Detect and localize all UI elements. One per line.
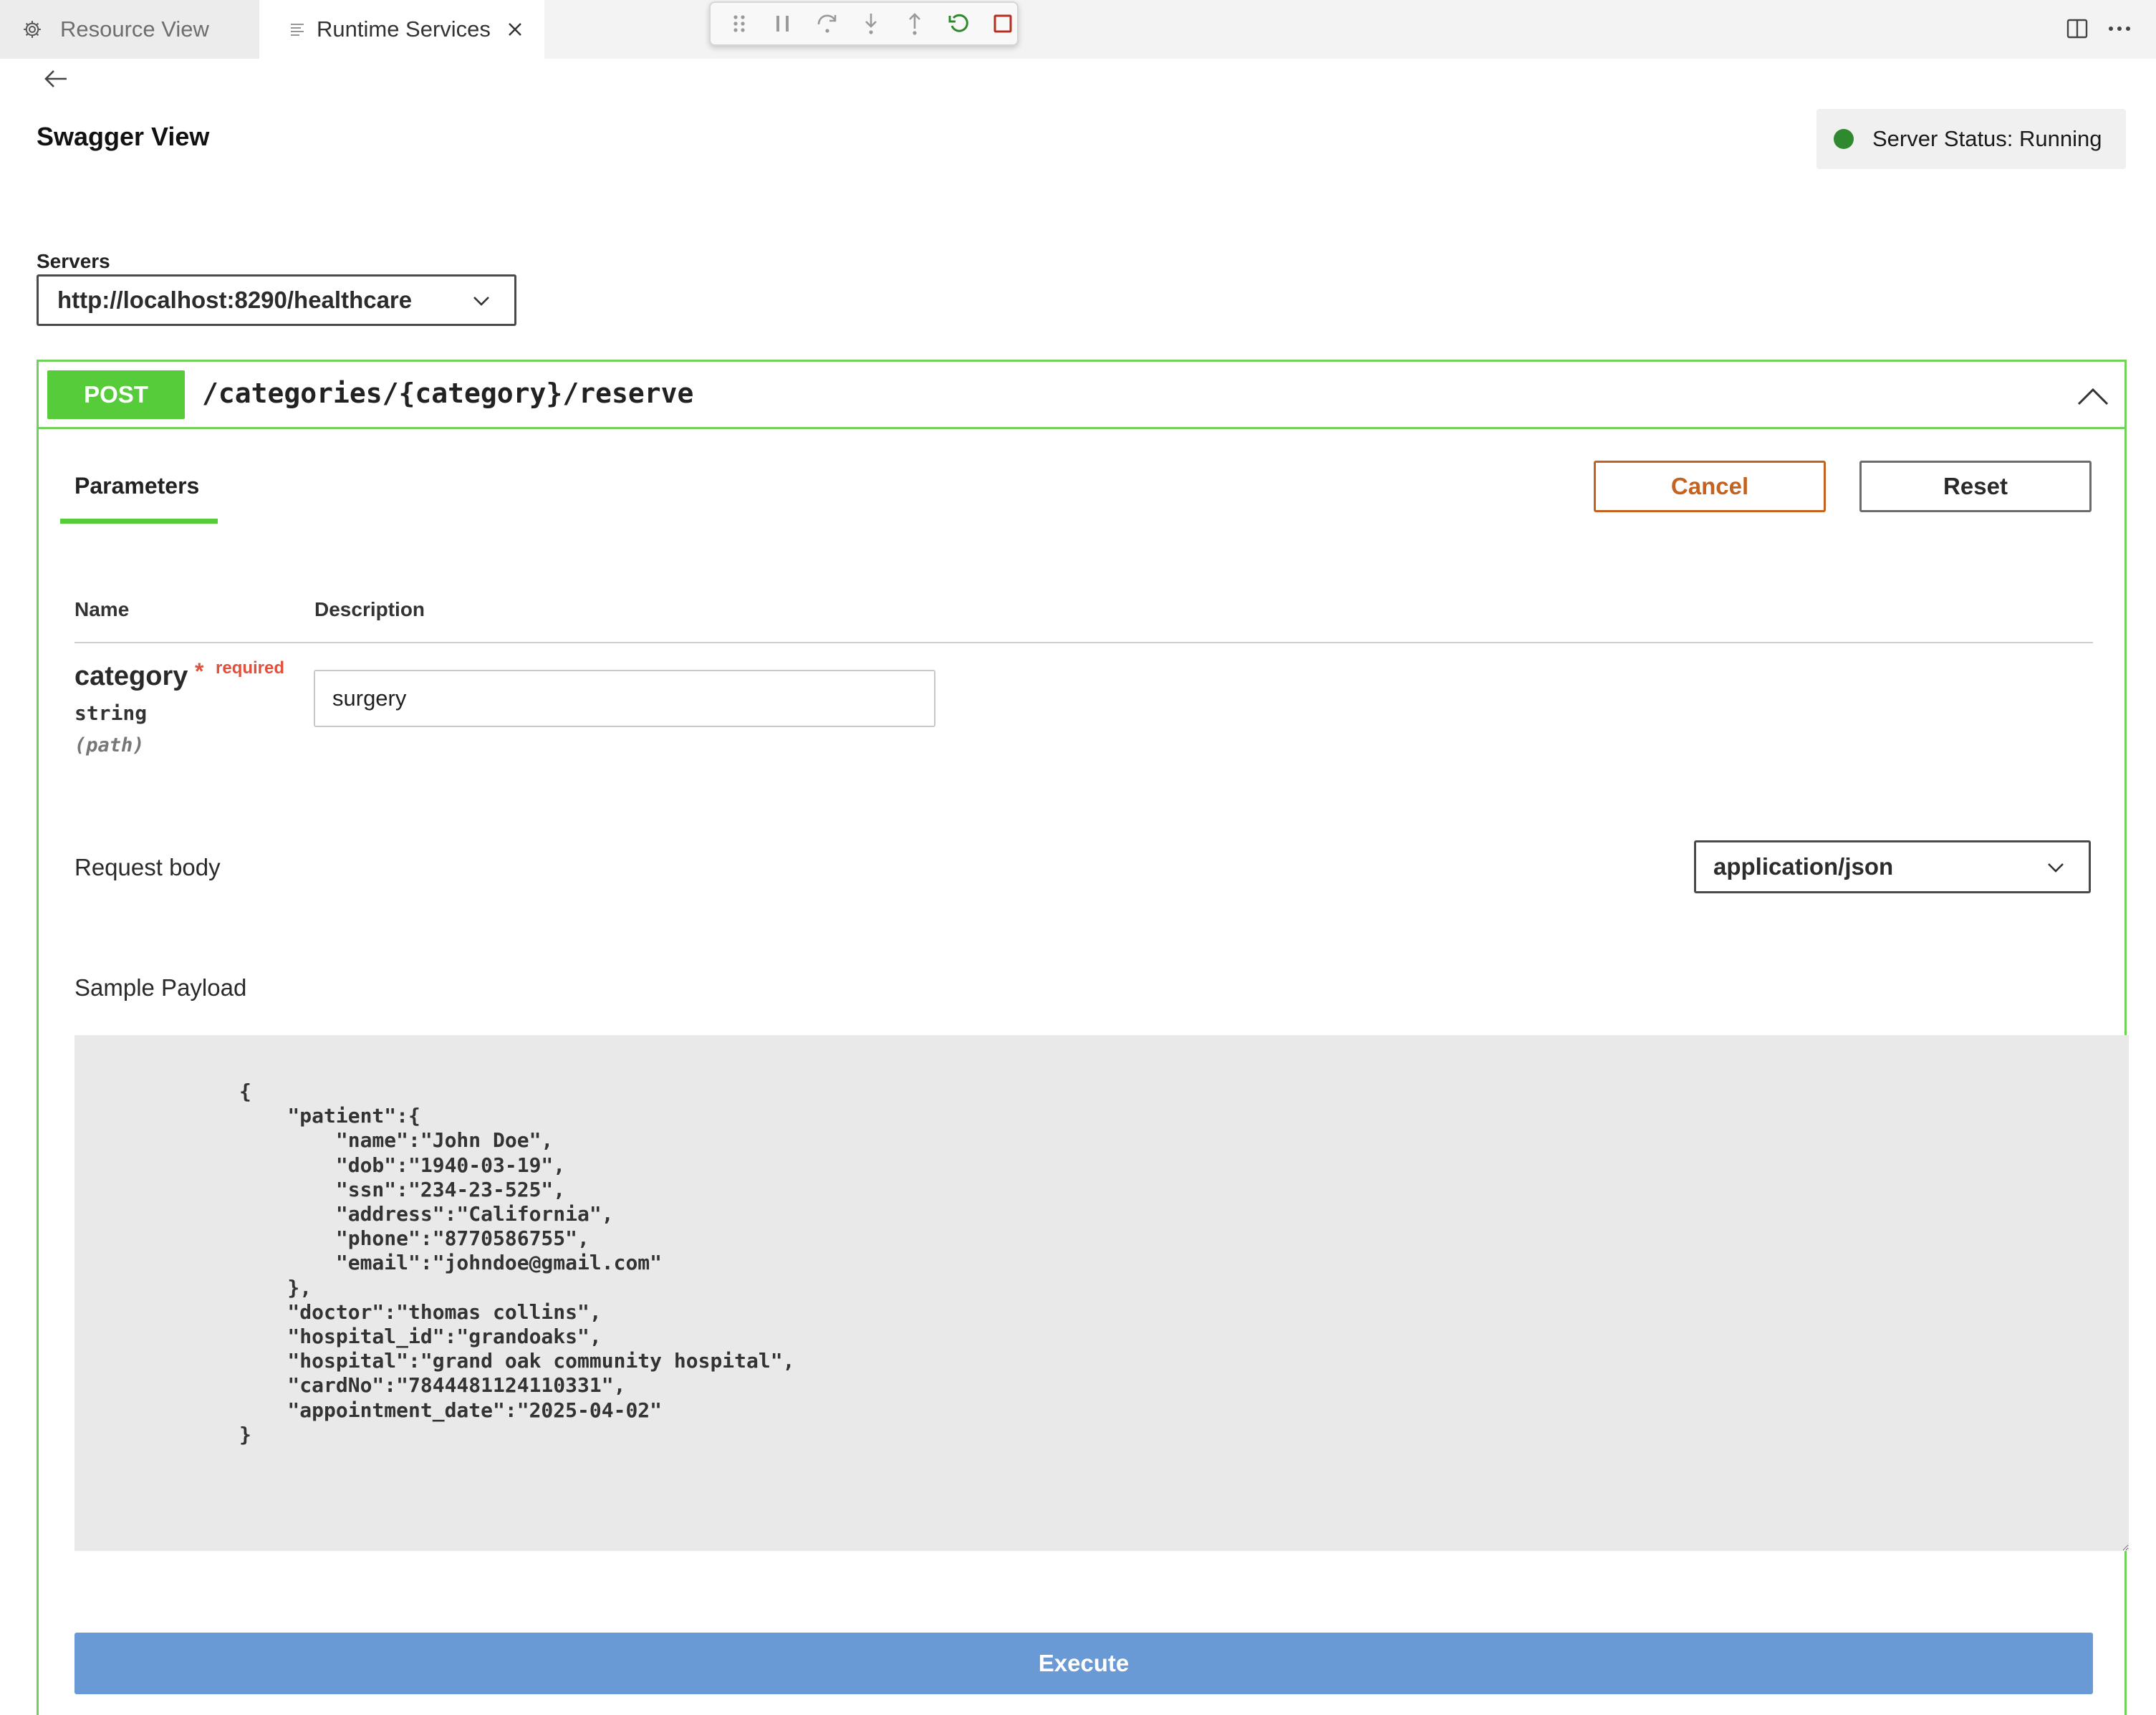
active-tab-indicator: [60, 519, 218, 524]
content-type-select[interactable]: application/json: [1694, 840, 2091, 893]
divider: [74, 642, 2093, 643]
reset-button[interactable]: Reset: [1859, 461, 2092, 512]
required-label: required: [216, 658, 285, 678]
swagger-view-window: Resource View Runtime Services Swagger V…: [0, 0, 2156, 1715]
sample-payload-label: Sample Payload: [74, 974, 247, 1001]
pause-icon[interactable]: [769, 9, 797, 38]
step-out-icon[interactable]: [901, 9, 929, 38]
server-select[interactable]: http://localhost:8290/healthcare: [37, 274, 516, 326]
server-status-badge: Server Status: Running: [1816, 109, 2126, 169]
operation-path: /categories/{category}/reserve: [202, 378, 694, 409]
tab-parameters[interactable]: Parameters: [74, 473, 199, 499]
page-title: Swagger View: [37, 122, 210, 151]
drag-handle-icon[interactable]: [725, 9, 753, 38]
editor-tab-bar: Resource View Runtime Services: [0, 0, 2156, 59]
step-into-icon[interactable]: [857, 9, 885, 38]
chevron-down-icon: [473, 297, 489, 306]
more-actions-icon[interactable]: [2104, 13, 2135, 44]
chevron-down-icon: [2048, 863, 2064, 873]
parameter-name: category: [74, 661, 188, 691]
required-star: *: [195, 658, 204, 684]
column-header-name: Name: [74, 598, 130, 620]
tab-label: Runtime Services: [317, 16, 491, 42]
restart-icon[interactable]: [945, 9, 973, 38]
sample-payload-editor[interactable]: { "patient":{ "name":"John Doe", "dob":"…: [74, 1035, 2129, 1551]
server-select-value: http://localhost:8290/healthcare: [57, 287, 413, 313]
operation-summary[interactable]: POST /categories/{category}/reserve: [39, 362, 2124, 429]
step-over-icon[interactable]: [813, 9, 841, 38]
tab-resource-view[interactable]: Resource View: [0, 0, 259, 59]
http-method-badge: POST: [47, 370, 185, 419]
debug-toolbar: [709, 1, 1019, 46]
category-input[interactable]: [314, 670, 935, 727]
list-icon: [288, 17, 307, 42]
tab-runtime-services[interactable]: Runtime Services: [259, 0, 544, 59]
request-body-label: Request body: [74, 854, 221, 880]
back-arrow-icon[interactable]: [40, 63, 72, 95]
status-indicator-icon: [1834, 129, 1854, 149]
operation-block: POST /categories/{category}/reserve Para…: [37, 360, 2129, 1715]
execute-button[interactable]: Execute: [74, 1633, 2093, 1694]
parameter-location: (path): [74, 734, 145, 756]
tab-label: Resource View: [60, 16, 209, 42]
close-icon[interactable]: [501, 16, 529, 43]
stop-icon[interactable]: [989, 9, 1017, 38]
split-editor-icon[interactable]: [2061, 13, 2093, 44]
cancel-button[interactable]: Cancel: [1594, 461, 1826, 512]
servers-label: Servers: [37, 250, 110, 272]
server-status-text: Server Status: Running: [1872, 126, 2102, 151]
column-header-description: Description: [314, 598, 425, 620]
chevron-up-icon[interactable]: [2074, 378, 2112, 415]
content-type-value: application/json: [1713, 853, 1894, 880]
parameter-type: string: [74, 701, 148, 725]
gear-icon: [20, 17, 44, 42]
